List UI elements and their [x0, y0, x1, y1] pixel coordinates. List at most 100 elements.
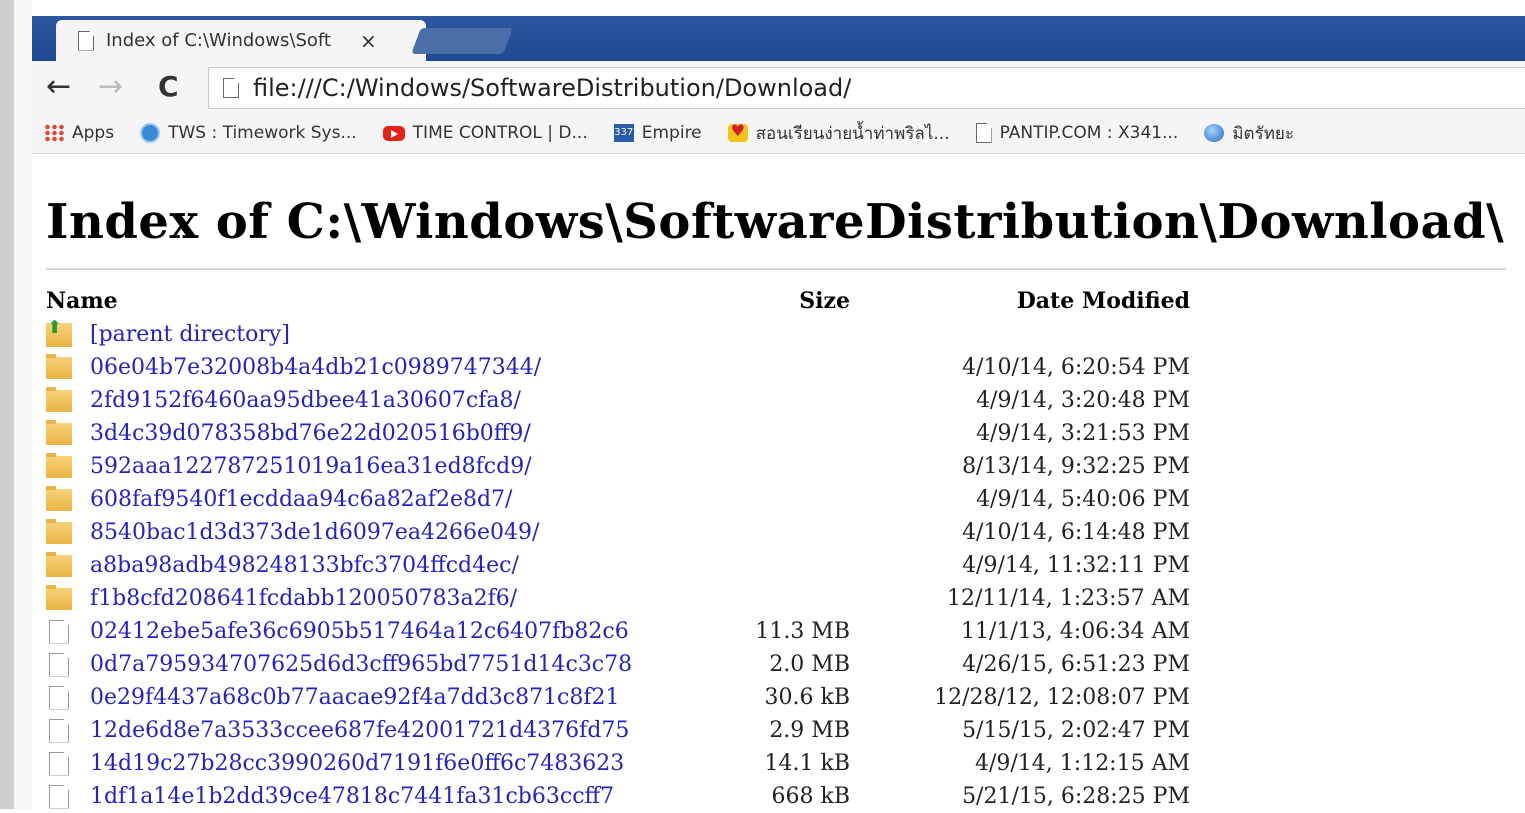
- header-row: Name Size Date Modified: [46, 284, 1190, 318]
- size-cell: 2.0 MB: [769, 652, 850, 677]
- bookmark-label: TIME CONTROL | D...: [412, 123, 588, 143]
- size-cell: 11.3 MB: [755, 619, 850, 644]
- name-cell: 0d7a795934707625d6d3cff965bd7751d14c3c78: [46, 648, 726, 681]
- bookmark-pantip[interactable]: PANTIP.COM : X341...: [975, 123, 1179, 143]
- folder-link[interactable]: 592aaa122787251019a16ea31ed8fcd9/: [90, 454, 532, 479]
- bookmark-label: มิตรัทยะ: [1232, 123, 1294, 144]
- bookmark-thai[interactable]: สอนเรียนง่ายน้ำท่าพริลไ...: [727, 120, 950, 147]
- page-icon: [223, 78, 239, 98]
- name-cell: a8ba98adb498248133bfc3704ffcd4ec/: [46, 549, 726, 582]
- table-row: 14d19c27b28cc3990260d7191f6e0ff6c7483623…: [46, 747, 1190, 780]
- youtube-icon: [382, 125, 405, 141]
- name-cell: [parent directory]: [46, 317, 726, 351]
- bookmark-label: TWS : Timework Sys...: [168, 123, 357, 143]
- toolbar: ← → C file:///C:/Windows/SoftwareDistrib…: [32, 61, 1525, 114]
- folder-link[interactable]: 608faf9540f1ecddaa94c6a82af2e8d7/: [90, 487, 512, 512]
- bookmark-label: Apps: [72, 123, 115, 143]
- name-cell: 608faf9540f1ecddaa94c6a82af2e8d7/: [46, 483, 726, 516]
- folder-link[interactable]: 3d4c39d078358bd76e22d020516b0ff9/: [90, 421, 531, 446]
- parent-folder-icon: [46, 317, 72, 347]
- size-cell: [726, 417, 850, 450]
- reload-button[interactable]: C: [158, 69, 179, 105]
- forward-button[interactable]: →: [98, 69, 123, 105]
- page-icon: [78, 30, 94, 51]
- folder-link[interactable]: f1b8cfd208641fcdabb120050783a2f6/: [90, 586, 517, 611]
- folder-link[interactable]: 2fd9152f6460aa95dbee41a30607cfa8/: [90, 388, 521, 413]
- url-text[interactable]: file:///C:/Windows/SoftwareDistribution/…: [253, 74, 851, 102]
- empire-icon: 337: [613, 124, 634, 142]
- page-content: Index of C:\Windows\SoftwareDistribution…: [46, 170, 1506, 809]
- file-link[interactable]: 14d19c27b28cc3990260d7191f6e0ff6c7483623: [90, 751, 624, 776]
- file-link[interactable]: 0e29f4437a68c0b77aacae92f4a7dd3c871c8f21: [90, 685, 620, 710]
- name-cell: 02412ebe5afe36c6905b517464a12c6407fb82c6: [46, 615, 726, 648]
- column-header-date[interactable]: Date Modified: [850, 284, 1190, 318]
- parent-directory-link[interactable]: [parent directory]: [90, 322, 290, 347]
- table-row: 8540bac1d3d373de1d6097ea4266e049/4/10/14…: [46, 516, 1190, 549]
- tab-close-button[interactable]: ×: [360, 29, 377, 53]
- date-cell: [850, 318, 1190, 351]
- bookmark-thai-2[interactable]: มิตรัทยะ: [1204, 120, 1294, 147]
- name-cell: f1b8cfd208641fcdabb120050783a2f6/: [46, 582, 726, 615]
- size-cell: 2.9 MB: [769, 718, 850, 743]
- file-icon: [49, 784, 69, 809]
- bookmark-label: PANTIP.COM : X341...: [999, 123, 1179, 143]
- bookmark-time-control[interactable]: TIME CONTROL | D...: [382, 123, 588, 143]
- size-cell: [726, 351, 850, 384]
- tws-globe-icon: [140, 123, 161, 143]
- page-title: Index of C:\Windows\SoftwareDistribution…: [46, 194, 1505, 250]
- size-cell: [726, 549, 850, 582]
- file-link[interactable]: 02412ebe5afe36c6905b517464a12c6407fb82c6: [90, 619, 629, 644]
- table-row: 2fd9152f6460aa95dbee41a30607cfa8/4/9/14,…: [46, 384, 1190, 417]
- column-header-name[interactable]: Name: [46, 284, 726, 318]
- date-cell: 5/15/15, 2:02:47 PM: [962, 718, 1190, 743]
- size-cell: 14.1 kB: [764, 751, 850, 776]
- directory-listing: Name Size Date Modified [parent director…: [46, 284, 1190, 813]
- bookmark-apps[interactable]: Apps: [44, 123, 114, 143]
- size-cell: [726, 516, 850, 549]
- name-cell: 2fd9152f6460aa95dbee41a30607cfa8/: [46, 384, 726, 417]
- globe-icon: [1204, 124, 1225, 142]
- folder-icon: [46, 386, 72, 412]
- browser-tab[interactable]: Index of C:\Windows\Soft ×: [56, 20, 426, 61]
- file-link[interactable]: 0d7a795934707625d6d3cff965bd7751d14c3c78: [90, 652, 632, 677]
- date-cell: 4/26/15, 6:51:23 PM: [962, 652, 1190, 677]
- date-cell: 4/10/14, 6:14:48 PM: [962, 520, 1190, 545]
- back-button[interactable]: ←: [46, 69, 71, 105]
- column-header-size[interactable]: Size: [726, 284, 850, 318]
- table-row: 592aaa122787251019a16ea31ed8fcd9/8/13/14…: [46, 450, 1190, 483]
- table-row: 1df1a14e1b2dd39ce47818c7441fa31cb63ccff7…: [46, 780, 1190, 813]
- bookmarks-bar: Apps TWS : Timework Sys... TIME CONTROL …: [32, 113, 1525, 154]
- table-row: [parent directory]: [46, 317, 1190, 351]
- size-cell: 668 kB: [771, 784, 850, 809]
- date-cell: 12/11/14, 1:23:57 AM: [946, 586, 1190, 611]
- date-cell: 4/9/14, 3:20:48 PM: [976, 388, 1190, 413]
- date-cell: 4/10/14, 6:20:54 PM: [962, 355, 1190, 380]
- file-icon: [49, 685, 69, 710]
- address-bar[interactable]: file:///C:/Windows/SoftwareDistribution/…: [208, 67, 1525, 109]
- divider: [46, 268, 1506, 270]
- file-link[interactable]: 1df1a14e1b2dd39ce47818c7441fa31cb63ccff7: [90, 784, 614, 809]
- folder-link[interactable]: 06e04b7e32008b4a4db21c0989747344/: [90, 355, 541, 380]
- folder-icon: [46, 452, 72, 478]
- new-tab-button[interactable]: [411, 28, 513, 54]
- table-row: 3d4c39d078358bd76e22d020516b0ff9/4/9/14,…: [46, 417, 1190, 450]
- folder-link[interactable]: 8540bac1d3d373de1d6097ea4266e049/: [90, 520, 539, 545]
- tab-strip: Index of C:\Windows\Soft ×: [32, 16, 1525, 61]
- name-cell: 12de6d8e7a3533ccee687fe42001721d4376fd75: [46, 714, 726, 747]
- folder-icon: [46, 353, 72, 379]
- size-cell: [726, 318, 850, 351]
- date-cell: 4/9/14, 1:12:15 AM: [974, 751, 1190, 776]
- date-cell: 11/1/13, 4:06:34 AM: [960, 619, 1190, 644]
- file-icon: [49, 652, 69, 677]
- apps-grid-icon: [44, 124, 64, 142]
- folder-icon: [46, 518, 72, 544]
- size-cell: 30.6 kB: [764, 685, 850, 710]
- tab-title: Index of C:\Windows\Soft: [106, 30, 331, 51]
- bookmark-tws[interactable]: TWS : Timework Sys...: [140, 123, 357, 143]
- size-cell: [726, 483, 850, 516]
- file-icon: [49, 619, 69, 644]
- bookmark-empire[interactable]: 337 Empire: [613, 123, 702, 143]
- date-cell: 4/9/14, 11:32:11 PM: [962, 553, 1190, 578]
- folder-link[interactable]: a8ba98adb498248133bfc3704ffcd4ec/: [90, 553, 519, 578]
- file-link[interactable]: 12de6d8e7a3533ccee687fe42001721d4376fd75: [90, 718, 629, 743]
